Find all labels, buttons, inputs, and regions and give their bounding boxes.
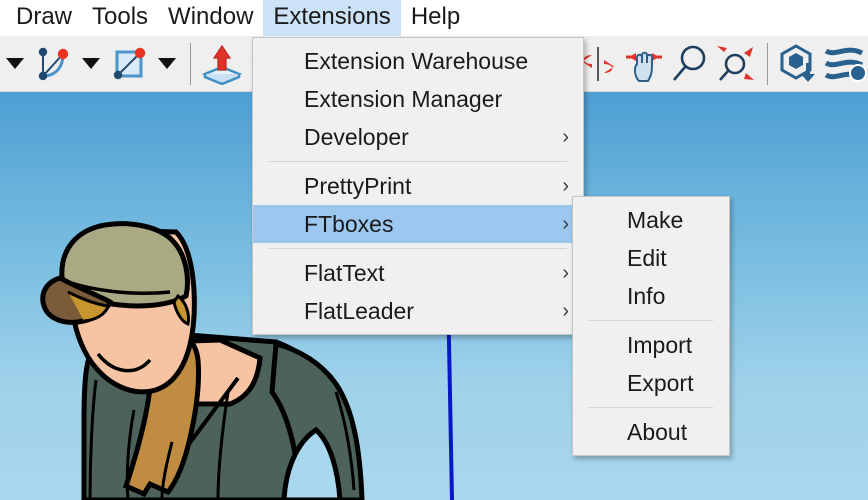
menu-item-label: Extension Warehouse: [304, 48, 528, 75]
sketchup-window: Draw Tools Window Extensions Help: [0, 0, 868, 500]
submenu-item-about[interactable]: About: [573, 413, 729, 451]
menu-item-label: FlatLeader: [304, 298, 414, 325]
submenu-item-edit[interactable]: Edit: [573, 239, 729, 277]
menu-item-label: PrettyPrint: [304, 173, 411, 200]
submenu-item-export[interactable]: Export: [573, 364, 729, 402]
two-point-arc-glyph: [31, 44, 75, 84]
pan-hand-glyph: [621, 43, 667, 85]
chevron-right-icon: ›: [562, 263, 569, 283]
toolbar-separator-1: [190, 43, 191, 85]
materials-icon[interactable]: [822, 38, 868, 90]
menu-item-label: FTboxes: [304, 211, 393, 238]
menu-bar: Draw Tools Window Extensions Help: [0, 0, 868, 36]
zoom-extents-icon[interactable]: [713, 38, 759, 90]
dropdown-caret-rectangle-tools-icon[interactable]: [152, 38, 182, 90]
menu-item-extension-manager[interactable]: Extension Manager: [253, 80, 583, 118]
submenu-item-make[interactable]: Make: [573, 201, 729, 239]
magnifier-glyph: [667, 43, 713, 85]
menu-item-flattext[interactable]: FlatText ›: [253, 254, 583, 292]
submenu-item-import[interactable]: Import: [573, 326, 729, 364]
dropdown-caret-arc-tools-icon[interactable]: [0, 38, 30, 90]
submenu-item-label: Export: [627, 370, 693, 397]
rectangle-icon[interactable]: [106, 38, 152, 90]
zoom-icon[interactable]: [667, 38, 713, 90]
menubar-item-help[interactable]: Help: [401, 0, 470, 37]
zoom-extents-glyph: [713, 43, 759, 85]
menu-item-flatleader[interactable]: FlatLeader ›: [253, 292, 583, 330]
menu-item-extension-warehouse[interactable]: Extension Warehouse: [253, 42, 583, 80]
materials-glyph: [822, 43, 868, 85]
menu-item-label: FlatText: [304, 260, 385, 287]
chevron-right-icon: ›: [562, 176, 569, 196]
menu-separator-2: [269, 248, 567, 249]
ftboxes-submenu: Make Edit Info Import Export About: [572, 196, 730, 456]
menubar-item-draw[interactable]: Draw: [6, 0, 82, 37]
chevron-down-icon: [82, 58, 100, 69]
submenu-item-label: Make: [627, 207, 683, 234]
chevron-down-icon: [6, 58, 24, 69]
component-download-glyph: [776, 43, 822, 85]
menubar-item-tools[interactable]: Tools: [82, 0, 158, 37]
rectangle-glyph: [107, 44, 151, 84]
dropdown-caret-shape-tools-icon[interactable]: [76, 38, 106, 90]
chevron-right-icon: ›: [562, 214, 569, 234]
submenu-item-label: About: [627, 419, 687, 446]
two-point-arc-icon[interactable]: [30, 38, 76, 90]
menu-item-ftboxes[interactable]: FTboxes ›: [253, 205, 583, 243]
toolbar-separator-2: [767, 43, 768, 85]
menu-item-developer[interactable]: Developer ›: [253, 118, 583, 156]
menubar-item-extensions[interactable]: Extensions: [263, 0, 400, 37]
menu-separator-1: [269, 161, 567, 162]
submenu-item-label: Import: [627, 332, 692, 359]
download-component-icon[interactable]: [776, 38, 822, 90]
extensions-dropdown-menu: Extension Warehouse Extension Manager De…: [252, 37, 584, 335]
submenu-separator-2: [589, 407, 713, 408]
chevron-right-icon: ›: [562, 301, 569, 321]
pan-icon[interactable]: [621, 38, 667, 90]
submenu-item-info[interactable]: Info: [573, 277, 729, 315]
submenu-item-label: Edit: [627, 245, 667, 272]
menu-item-prettyprint[interactable]: PrettyPrint ›: [253, 167, 583, 205]
submenu-separator-1: [589, 320, 713, 321]
menubar-item-window[interactable]: Window: [158, 0, 263, 37]
chevron-right-icon: ›: [562, 127, 569, 147]
submenu-item-label: Info: [627, 283, 665, 310]
push-pull-icon[interactable]: [199, 38, 245, 90]
menu-item-label: Extension Manager: [304, 86, 502, 113]
menu-item-label: Developer: [304, 124, 409, 151]
chevron-down-icon: [158, 58, 176, 69]
push-pull-glyph: [199, 43, 245, 85]
